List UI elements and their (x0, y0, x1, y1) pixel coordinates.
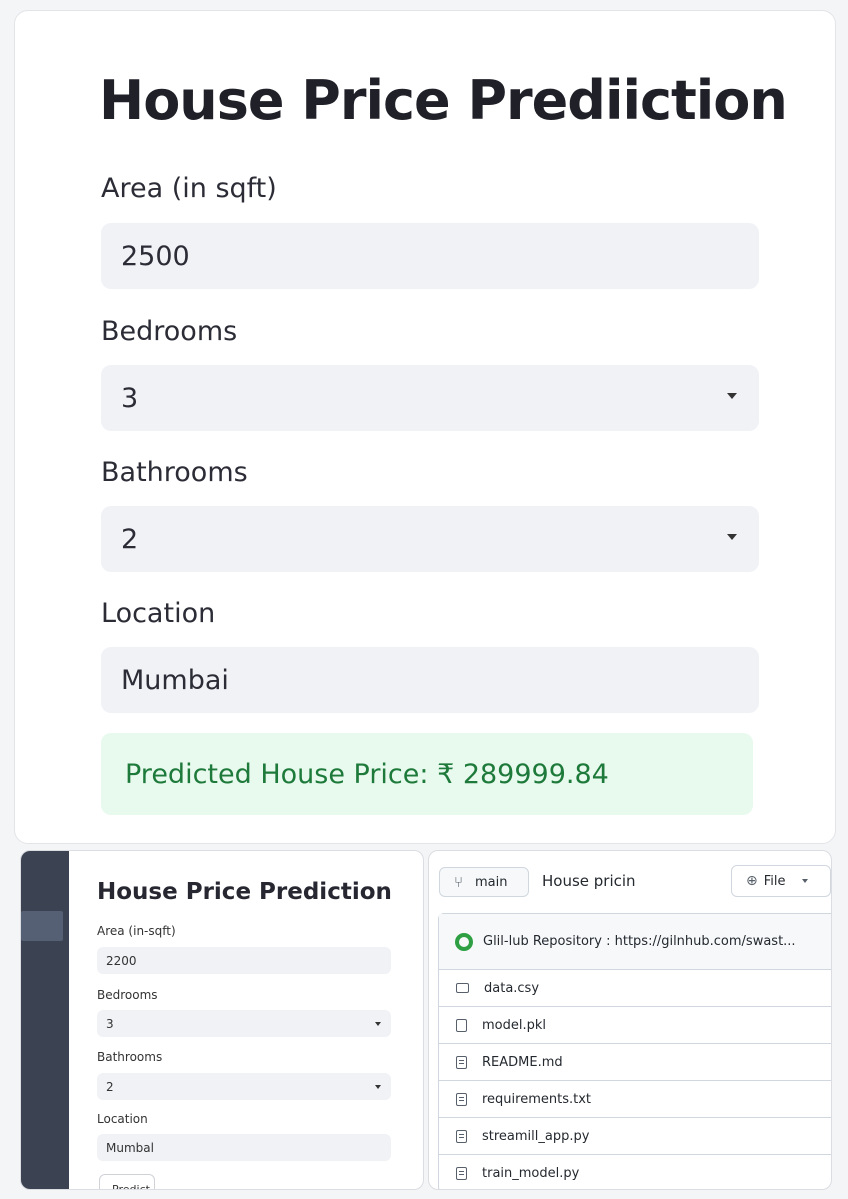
repo-header-text: Glil-lub Repository : https://gilnhub.co… (483, 934, 796, 949)
bathrooms-value: 2 (121, 523, 139, 555)
preview-bedrooms-label: Bedrooms (97, 988, 158, 1002)
file-name: README.md (482, 1054, 563, 1070)
branch-selector[interactable]: ⑂ main (439, 867, 529, 897)
preview-bedrooms-value: 3 (106, 1016, 114, 1031)
bathrooms-label: Bathrooms (101, 457, 248, 488)
bedrooms-value: 3 (121, 382, 139, 414)
doc-icon (456, 1055, 467, 1069)
preview-bedrooms-select[interactable]: 3 (97, 1010, 391, 1037)
branch-icon: ⑂ (454, 873, 464, 891)
preview-area-value: 2200 (106, 953, 137, 968)
page-title: House Price Prediiction (99, 69, 788, 132)
repo-name: House pricin (542, 872, 636, 890)
file-row[interactable]: streamill_app.py (439, 1118, 831, 1155)
status-icon (455, 932, 473, 951)
repo-card: ⑂ main House pricin ⊕ File Glil-lub Repo… (428, 850, 832, 1190)
chevron-down-icon (727, 534, 737, 540)
location-input[interactable]: Mumbai (101, 647, 759, 713)
area-label: Area (in sqft) (101, 173, 277, 204)
file-row[interactable]: data.csy (439, 970, 831, 1007)
add-file-icon: ⊕ (746, 873, 758, 889)
sidebar-toggle[interactable] (21, 911, 63, 941)
file-name: model.pkl (482, 1017, 547, 1033)
branch-label: main (475, 874, 508, 890)
sidebar (21, 851, 69, 1189)
main-app-card: House Price Prediiction Area (in sqft) 2… (14, 10, 836, 844)
file-row[interactable]: train_model.py (439, 1155, 831, 1189)
doc-icon (456, 1167, 467, 1180)
bedrooms-select[interactable]: 3 (101, 365, 759, 431)
chevron-down-icon (727, 393, 737, 399)
file-name: data.csy (484, 980, 540, 996)
preview-area-input[interactable]: 2200 (97, 947, 391, 974)
preview-area-label: Area (in-sqft) (97, 924, 176, 938)
file-row[interactable]: README.md (439, 1044, 831, 1081)
location-value: Mumbai (121, 664, 229, 696)
file-row[interactable]: requirements.txt (439, 1081, 831, 1118)
area-value: 2500 (121, 240, 190, 272)
folder-icon (456, 983, 469, 993)
file-name: requirements.txt (482, 1091, 592, 1107)
doc-icon (456, 1092, 467, 1106)
area-input[interactable]: 2500 (101, 223, 759, 289)
bathrooms-select[interactable]: 2 (101, 506, 759, 572)
chevron-down-icon (801, 879, 808, 883)
predict-button[interactable]: Predict (99, 1174, 155, 1189)
location-label: Location (101, 598, 216, 629)
preview-bathrooms-label: Bathrooms (97, 1050, 163, 1064)
preview-bathrooms-select[interactable]: 2 (97, 1073, 391, 1100)
preview-title: House Price Prediction (97, 879, 392, 905)
chevron-down-icon (375, 1085, 381, 1089)
prediction-result: Predicted House Price: ₹ 289999.84 (101, 733, 753, 815)
add-file-button[interactable]: ⊕ File (731, 865, 831, 897)
file-name: streamill_app.py (482, 1128, 590, 1144)
app-preview-card: House Price Prediction Area (in-sqft) 22… (20, 850, 424, 1190)
preview-bathrooms-value: 2 (106, 1079, 114, 1094)
repo-header: Glil-lub Repository : https://gilnhub.co… (439, 914, 831, 970)
preview-location-input[interactable]: Mumbal (97, 1134, 391, 1161)
file-list: Glil-lub Repository : https://gilnhub.co… (438, 913, 831, 1189)
prediction-text: Predicted House Price: ₹ 289999.84 (125, 758, 609, 790)
file-name: train_model.py (482, 1166, 580, 1181)
file-icon (456, 1018, 467, 1032)
bedrooms-label: Bedrooms (101, 316, 238, 347)
preview-location-label: Location (97, 1112, 148, 1126)
file-button-label: File (763, 873, 786, 889)
preview-location-value: Mumbal (106, 1140, 154, 1155)
chevron-down-icon (375, 1022, 381, 1026)
file-row[interactable]: model.pkl (439, 1007, 831, 1044)
doc-icon (456, 1129, 467, 1143)
